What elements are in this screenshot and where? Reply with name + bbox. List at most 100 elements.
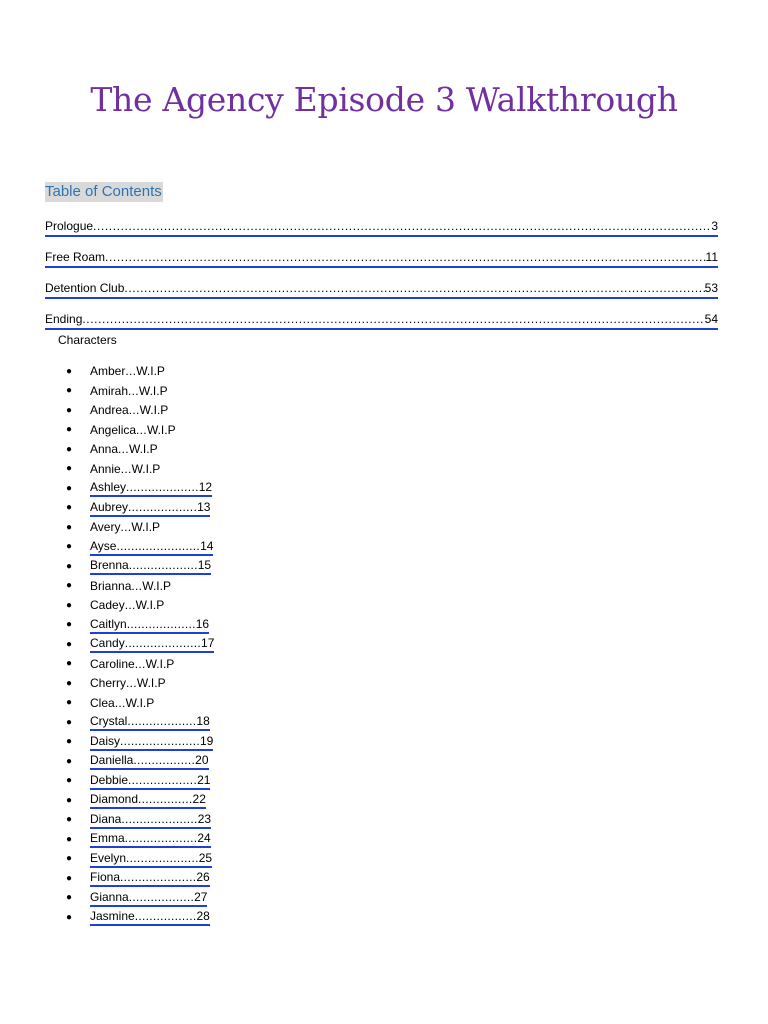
toc-leader-dots xyxy=(82,312,704,328)
leader-dots: ..................... xyxy=(121,811,198,826)
character-name: Clea xyxy=(90,695,115,710)
bullet-icon: ● xyxy=(66,482,73,494)
character-link[interactable]: Crystal................... 18 xyxy=(90,714,210,732)
character-name: Andrea xyxy=(90,403,129,418)
toc-entry-prologue[interactable]: Prologue 3 xyxy=(45,214,718,237)
character-link[interactable]: Diana..................... 23 xyxy=(90,811,212,829)
character-list-item: ● Cherry... W.I.P xyxy=(66,674,214,694)
leader-dots: ... xyxy=(118,442,129,457)
bullet-icon: ● xyxy=(66,794,73,806)
character-name: Emma xyxy=(90,831,125,846)
character-link[interactable]: Caitlyn................... 16 xyxy=(90,616,210,634)
characters-list: ● Amber... W.I.P ● Amirah... W.I.P ● Andrea... W… xyxy=(66,362,215,928)
bullet-icon: ● xyxy=(66,424,73,436)
character-link[interactable]: Debbie................... 21 xyxy=(90,772,211,790)
character-list-item: ● Ayse....................... 14 xyxy=(66,538,214,558)
character-page: 28 xyxy=(196,909,210,924)
character-name: Brianna xyxy=(90,578,132,593)
character-page: W.I.P xyxy=(136,676,166,691)
character-page: 21 xyxy=(197,772,211,787)
bullet-icon: ● xyxy=(66,404,73,416)
leader-dots: ................. xyxy=(133,753,196,768)
character-list-item: ● Diana..................... 23 xyxy=(66,811,214,831)
toc-entry-page: 54 xyxy=(704,312,718,326)
toc-entry-detention-club[interactable]: Detention Club 53 xyxy=(45,276,718,299)
character-link[interactable]: Fiona..................... 26 xyxy=(90,870,210,888)
character-link[interactable]: Ashley.................... 12 xyxy=(90,480,213,498)
leader-dots: ... xyxy=(120,520,132,535)
leader-dots: .................. xyxy=(128,889,195,904)
leader-dots: .................... xyxy=(126,480,199,495)
character-entry: Cadey... W.I.P xyxy=(90,598,164,613)
character-link[interactable]: Brenna................... 15 xyxy=(90,558,212,576)
character-page: W.I.P xyxy=(139,403,169,418)
character-name: Candy xyxy=(90,636,125,651)
leader-dots: ..................... xyxy=(124,636,202,651)
character-page: 20 xyxy=(195,753,209,768)
character-list-item: ● Angelica... W.I.P xyxy=(66,421,214,441)
bullet-icon: ● xyxy=(66,775,73,787)
leader-dots: ... xyxy=(114,695,126,710)
character-entry: Cherry... W.I.P xyxy=(90,676,166,691)
bullet-icon: ● xyxy=(66,580,73,592)
character-list-item: ● Gianna.................. 27 xyxy=(66,889,214,909)
character-page: 25 xyxy=(198,850,213,865)
character-link[interactable]: Diamond............... 22 xyxy=(90,792,206,810)
character-link[interactable]: Emma.................... 24 xyxy=(90,831,211,849)
leader-dots: ...................... xyxy=(120,733,200,748)
character-link[interactable]: Daniella................. 20 xyxy=(90,753,209,771)
character-list-item: ● Cadey... W.I.P xyxy=(66,596,214,616)
bullet-icon: ● xyxy=(66,521,73,533)
character-name: Anna xyxy=(90,442,119,457)
character-link[interactable]: Aubrey................... 13 xyxy=(90,499,211,517)
toc-entry-label: Ending xyxy=(45,312,83,326)
character-link[interactable]: Evelyn.................... 25 xyxy=(90,850,213,868)
character-name: Ashley xyxy=(90,480,127,495)
toc-entry-free-roam[interactable]: Free Roam 11 xyxy=(45,245,718,268)
bullet-icon: ● xyxy=(66,677,73,689)
character-list-item: ● Clea... W.I.P xyxy=(66,694,214,714)
character-page: 26 xyxy=(196,870,210,885)
character-page: 18 xyxy=(196,714,210,729)
leader-dots: ................... xyxy=(128,499,198,514)
character-entry: Caroline... W.I.P xyxy=(90,657,174,672)
bullet-icon: ● xyxy=(66,463,73,475)
character-page: 19 xyxy=(199,733,214,748)
character-name: Jasmine xyxy=(90,909,135,924)
character-page: W.I.P xyxy=(135,598,165,613)
character-entry: Amirah... W.I.P xyxy=(90,384,168,399)
character-page: 15 xyxy=(197,558,212,573)
character-page: 17 xyxy=(201,636,215,651)
leader-dots: ................. xyxy=(134,909,197,924)
character-link[interactable]: Ayse....................... 14 xyxy=(90,538,214,556)
leader-dots: ..................... xyxy=(120,870,197,885)
toc-entry-page: 53 xyxy=(704,281,718,295)
leader-dots: ................... xyxy=(128,558,198,573)
character-list-item: ● Jasmine................. 28 xyxy=(66,908,214,928)
character-name: Caroline xyxy=(90,656,135,671)
character-name: Gianna xyxy=(90,889,129,904)
leader-dots: ... xyxy=(134,656,146,671)
leader-dots: ... xyxy=(131,578,143,593)
toc-entry-label: Prologue xyxy=(45,219,94,233)
toc-entry-ending[interactable]: Ending 54 xyxy=(45,307,718,330)
leader-dots: ... xyxy=(124,598,136,613)
character-list-item: ● Ashley.................... 12 xyxy=(66,479,214,499)
toc-entry-page: 3 xyxy=(711,219,718,233)
bullet-icon: ● xyxy=(66,736,73,748)
character-page: 14 xyxy=(200,538,214,553)
bullet-icon: ● xyxy=(66,911,73,923)
character-list-item: ● Candy..................... 17 xyxy=(66,635,215,655)
bullet-icon: ● xyxy=(66,541,73,553)
character-link[interactable]: Gianna.................. 27 xyxy=(90,889,208,907)
character-link[interactable]: Jasmine................. 28 xyxy=(90,909,210,927)
character-name: Caitlyn xyxy=(90,616,127,631)
leader-dots: ... xyxy=(120,461,132,476)
character-link[interactable]: Daisy...................... 19 xyxy=(90,733,214,751)
character-name: Amirah xyxy=(90,383,129,398)
bullet-icon: ● xyxy=(66,833,73,845)
character-list-item: ● Amber... W.I.P xyxy=(66,362,214,382)
character-link[interactable]: Candy..................... 17 xyxy=(90,636,215,654)
character-name: Ayse xyxy=(90,538,117,553)
bullet-icon: ● xyxy=(66,443,73,455)
